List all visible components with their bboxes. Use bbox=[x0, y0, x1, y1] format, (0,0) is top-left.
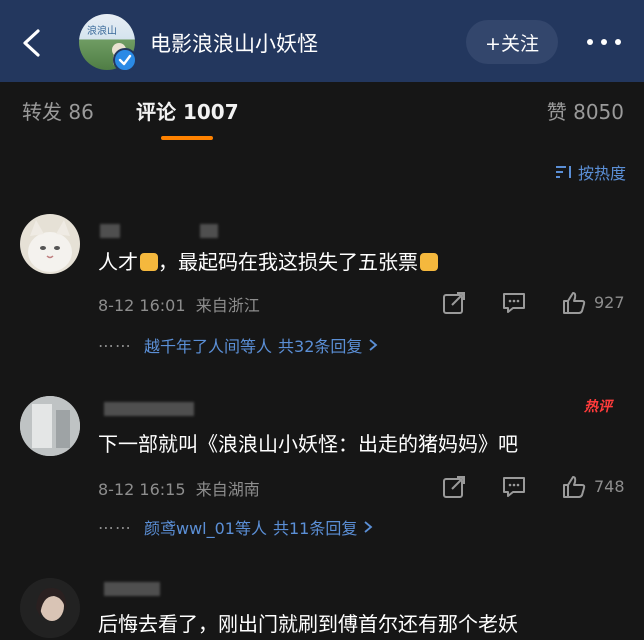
username-redacted[interactable] bbox=[104, 582, 160, 596]
back-arrow-icon[interactable] bbox=[18, 27, 46, 59]
thumbs-up-emoji-icon bbox=[140, 253, 158, 271]
verified-badge-icon bbox=[113, 48, 137, 72]
reply-dots: ⋯⋯ bbox=[98, 517, 132, 537]
share-icon[interactable] bbox=[441, 474, 467, 500]
sort-icon bbox=[555, 166, 571, 178]
reply-users: 颜鸢wwl_01等人 bbox=[144, 519, 267, 538]
channel-avatar[interactable]: 浪浪山 bbox=[79, 14, 137, 72]
chevron-right-icon bbox=[369, 339, 378, 351]
hot-comment-badge: 热评 bbox=[584, 399, 612, 415]
like-thumb-icon[interactable] bbox=[561, 474, 587, 500]
tab-comments[interactable]: 评论 1007 bbox=[136, 96, 239, 125]
top-bar: 浪浪山 电影浪浪山小妖怪 +关注 bbox=[0, 0, 644, 82]
reply-total: 共11条回复 bbox=[272, 519, 358, 538]
username-redacted[interactable] bbox=[104, 402, 194, 416]
comment-text: 后悔去看了，刚出门就刷到傅首尔还有那个老妖 bbox=[98, 612, 518, 636]
comment-location: 来自湖南 bbox=[195, 480, 260, 499]
sort-label: 按热度 bbox=[577, 164, 626, 183]
thumbs-up-emoji-icon bbox=[420, 253, 438, 271]
comment-text: 人才 ，最起码在我这损失了五张票 bbox=[98, 246, 438, 275]
channel-name[interactable]: 电影浪浪山小妖怪 bbox=[150, 28, 318, 58]
commenter-avatar[interactable] bbox=[20, 396, 80, 456]
view-replies-link[interactable]: ⋯⋯ 越千年了人间等人 共32条回复 bbox=[98, 333, 378, 357]
tab-repost[interactable]: 转发 86 bbox=[22, 96, 94, 125]
comment-location: 来自浙江 bbox=[195, 296, 260, 315]
reply-total: 共32条回复 bbox=[278, 337, 363, 356]
tab-bar: 转发 86 评论 1007 赞 8050 bbox=[0, 82, 644, 148]
reply-users: 越千年了人间等人 bbox=[144, 337, 273, 356]
commenter-avatar[interactable] bbox=[20, 214, 80, 274]
active-tab-indicator bbox=[161, 136, 213, 140]
comment-date: 8-12 16:01 bbox=[98, 296, 186, 315]
username-redacted[interactable] bbox=[100, 224, 120, 238]
follow-button[interactable]: +关注 bbox=[466, 20, 558, 64]
share-icon[interactable] bbox=[441, 290, 467, 316]
chevron-right-icon bbox=[364, 521, 373, 533]
comment-text-part: ，最起码在我这损失了五张票 bbox=[158, 250, 418, 274]
comment-meta: 8-12 16:01 来自浙江 bbox=[98, 292, 260, 316]
like-count: 927 bbox=[594, 293, 625, 312]
reply-dots: ⋯⋯ bbox=[98, 335, 132, 355]
like-thumb-icon[interactable] bbox=[561, 290, 587, 316]
svg-text:浪浪山: 浪浪山 bbox=[87, 24, 117, 37]
comment-meta: 8-12 16:15 来自湖南 bbox=[98, 476, 260, 500]
tab-likes[interactable]: 赞 8050 bbox=[547, 96, 624, 125]
comment-date: 8-12 16:15 bbox=[98, 480, 186, 499]
sort-by-hot-button[interactable]: 按热度 bbox=[554, 160, 626, 184]
more-dots-icon[interactable] bbox=[582, 28, 626, 56]
comment-text: 下一部就叫《浪浪山小妖怪：出走的猪妈妈》吧 bbox=[98, 432, 518, 456]
comment-text-part: 人才 bbox=[98, 250, 138, 274]
reply-comment-icon[interactable] bbox=[501, 290, 527, 316]
reply-comment-icon[interactable] bbox=[501, 474, 527, 500]
username-redacted[interactable] bbox=[200, 224, 218, 238]
view-replies-link[interactable]: ⋯⋯ 颜鸢wwl_01等人 共11条回复 bbox=[98, 515, 373, 539]
commenter-avatar[interactable] bbox=[20, 578, 80, 638]
like-count: 748 bbox=[594, 477, 625, 496]
